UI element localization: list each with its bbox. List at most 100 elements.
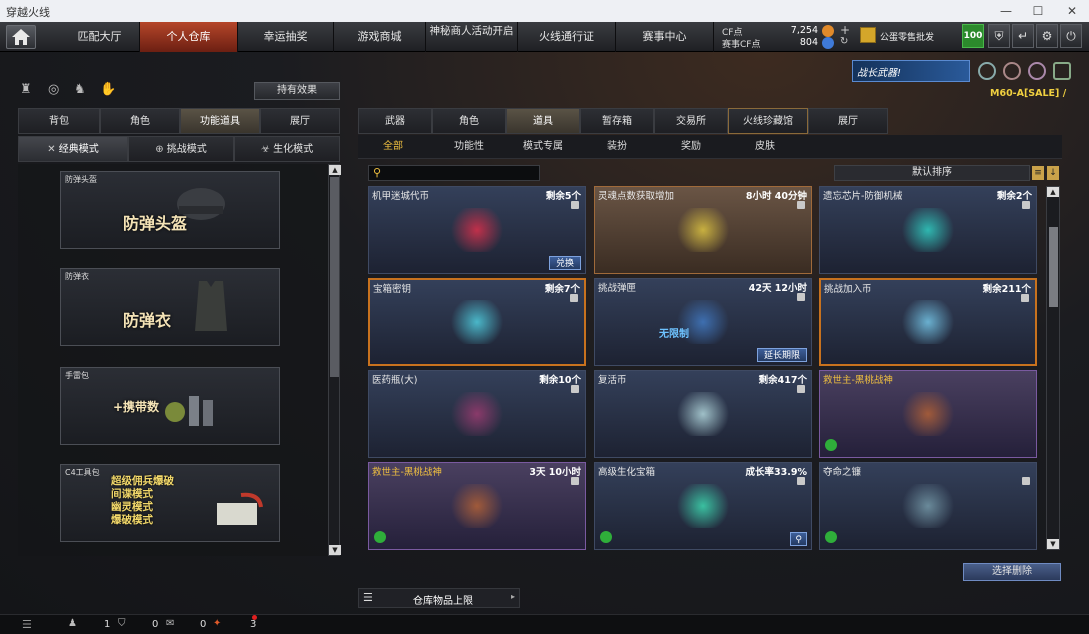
list-view-icon[interactable]: ≡: [1032, 166, 1044, 180]
item-image: [898, 208, 958, 252]
exit-room-button[interactable]: ↵: [1012, 24, 1034, 48]
tab-collection-hall[interactable]: 火线珍藏馆: [728, 108, 808, 134]
emblem-icon[interactable]: [1028, 62, 1046, 80]
tab-weapons[interactable]: 武器: [358, 108, 432, 134]
tab-function-items[interactable]: 功能道具: [180, 108, 260, 134]
item-card[interactable]: 高级生化宝箱 成长率33.9% ⚲: [594, 462, 812, 550]
character-icon[interactable]: ♜: [20, 82, 36, 98]
tab-battle-pass[interactable]: 火线通行证: [518, 22, 616, 52]
medal-icon[interactable]: [1053, 62, 1071, 80]
spin-icon[interactable]: ◎: [48, 82, 64, 98]
scroll-up-button[interactable]: ▲: [329, 165, 341, 175]
add-cf-icon[interactable]: +: [840, 23, 850, 37]
subtab-skins[interactable]: 皮肤: [730, 135, 800, 159]
tab-exchange[interactable]: 交易所: [654, 108, 728, 134]
scroll-down-button[interactable]: ▼: [329, 545, 341, 555]
people-icon[interactable]: ♞: [74, 82, 90, 98]
right-scrollbar[interactable]: ▲ ▼: [1046, 186, 1060, 550]
item-action-button[interactable]: 延长期限: [756, 348, 807, 362]
window-titlebar: 穿越火线 — ☐ ✕: [0, 0, 1089, 22]
search-input[interactable]: ⚲: [368, 165, 540, 181]
tab-temp-storage[interactable]: 暂存箱: [580, 108, 654, 134]
sort-direction-icon[interactable]: ↓: [1047, 166, 1059, 180]
item-card[interactable]: 救世主-黑桃战神: [819, 370, 1037, 458]
item-card[interactable]: 宝箱密钥 剩余7个: [368, 278, 586, 366]
subtab-functional[interactable]: 功能性: [434, 135, 504, 159]
subtab-costume[interactable]: 装扮: [582, 135, 652, 159]
item-name: 高级生化宝箱: [598, 467, 656, 478]
scroll-thumb[interactable]: [1049, 227, 1058, 307]
item-card[interactable]: 机甲迷城代币 剩余5个 兑换: [368, 186, 586, 274]
item-card[interactable]: 夺命之镰: [819, 462, 1037, 550]
chat-icon[interactable]: ✉: [166, 618, 174, 629]
subtab-mode-exclusive[interactable]: 模式专属: [508, 135, 578, 159]
item-card-helmet[interactable]: 防弹头盔 防弹头盔: [60, 171, 280, 249]
scroll-down-button[interactable]: ▼: [1047, 539, 1059, 549]
tab-event-center[interactable]: 赛事中心: [616, 22, 714, 52]
tab-showroom[interactable]: 展厅: [260, 108, 340, 134]
tab-backpack[interactable]: 背包: [18, 108, 100, 134]
sort-dropdown[interactable]: 默认排序: [834, 165, 1030, 181]
storage-limit-bar[interactable]: ☰ 仓库物品上限 ▸: [358, 588, 520, 608]
item-art-label: 无限制: [659, 329, 689, 340]
item-name: 挑战加入币: [824, 284, 872, 295]
item-card[interactable]: 复活币 剩余417个: [594, 370, 812, 458]
announce-text[interactable]: 公蛋零售批发: [880, 30, 934, 43]
minimize-button[interactable]: —: [990, 0, 1022, 22]
item-status: 剩余2个: [996, 191, 1032, 202]
announce-icon: [860, 27, 876, 43]
item-card[interactable]: 挑战加入币 剩余211个: [819, 278, 1037, 366]
effects-button[interactable]: 持有效果: [254, 82, 340, 100]
home-button[interactable]: [6, 25, 36, 49]
promo-banner[interactable]: 战长武器!: [852, 60, 970, 82]
tab-match-lobby[interactable]: 匹配大厅: [60, 22, 140, 52]
rank-shield-button[interactable]: ⛨: [988, 24, 1010, 48]
tab-items[interactable]: 道具: [506, 108, 580, 134]
item-card-c4-kit[interactable]: C4工具包 超级佣兵爆破 间谍模式 幽灵模式 爆破模式: [60, 464, 280, 542]
mode-challenge[interactable]: ⊕ 挑战模式: [128, 136, 234, 162]
lock-icon: [797, 477, 805, 485]
item-card[interactable]: 医药瓶(大) 剩余10个: [368, 370, 586, 458]
item-card[interactable]: 灵魂点数获取增加 8小时 40分钟: [594, 186, 812, 274]
menu-icon[interactable]: ☰: [22, 618, 32, 631]
item-status: 剩余7个: [544, 284, 580, 295]
scroll-thumb[interactable]: [330, 177, 339, 377]
tab-lucky-draw[interactable]: 幸运抽奖: [238, 22, 334, 52]
tab-character[interactable]: 角色: [100, 108, 180, 134]
rank-badge-icon[interactable]: [978, 62, 996, 80]
refresh-icon[interactable]: ↻: [840, 36, 848, 47]
clan-shield-icon[interactable]: ⛉: [118, 618, 126, 629]
mode-classic[interactable]: ✕ 经典模式: [18, 136, 128, 162]
tab-right-showroom[interactable]: 展厅: [808, 108, 888, 134]
zoom-icon[interactable]: ⚲: [790, 532, 807, 546]
item-card[interactable]: 救世主-黑桃战神 3天 10小时: [368, 462, 586, 550]
gear-icon: ⚙: [1041, 29, 1053, 43]
tab-characters[interactable]: 角色: [432, 108, 506, 134]
gift-icon[interactable]: ✦: [213, 618, 221, 629]
subtab-rewards[interactable]: 奖励: [656, 135, 726, 159]
item-card[interactable]: 遗忘芯片-防御机械 剩余2个: [819, 186, 1037, 274]
tab-personal-storage[interactable]: 个人仓库: [140, 22, 238, 52]
left-scrollbar[interactable]: ▲ ▼: [328, 164, 341, 556]
item-card-grenade-pack[interactable]: 手雷包 +携带数: [60, 367, 280, 445]
power-button[interactable]: ⏻: [1060, 24, 1082, 48]
maximize-button[interactable]: ☐: [1022, 0, 1054, 22]
item-card-vest[interactable]: 防弹衣 防弹衣: [60, 268, 280, 346]
item-card[interactable]: 挑战弹匣 42天 12小时 无限制 延长期限: [594, 278, 812, 366]
close-button[interactable]: ✕: [1056, 0, 1088, 22]
tab-mystery-merchant[interactable]: 神秘商人活动开启: [426, 22, 518, 52]
hand-icon[interactable]: ✋: [100, 82, 116, 98]
friends-icon[interactable]: ♟: [68, 618, 77, 629]
settings-button[interactable]: ⚙: [1036, 24, 1058, 48]
lock-icon: [1021, 294, 1029, 302]
mode-zombie[interactable]: ☣ 生化模式: [234, 136, 340, 162]
scroll-up-button[interactable]: ▲: [1047, 187, 1059, 197]
c4-mode-line: 幽灵模式: [111, 501, 153, 513]
crosshair-icon[interactable]: [1003, 62, 1021, 80]
item-card-label: 防弹衣: [65, 272, 89, 281]
tab-game-store[interactable]: 游戏商城: [334, 22, 426, 52]
level-badge[interactable]: 100: [962, 24, 984, 48]
item-action-button[interactable]: 兑换: [548, 256, 581, 270]
select-delete-button[interactable]: 选择删除: [963, 563, 1061, 581]
subtab-all[interactable]: 全部: [358, 135, 428, 159]
